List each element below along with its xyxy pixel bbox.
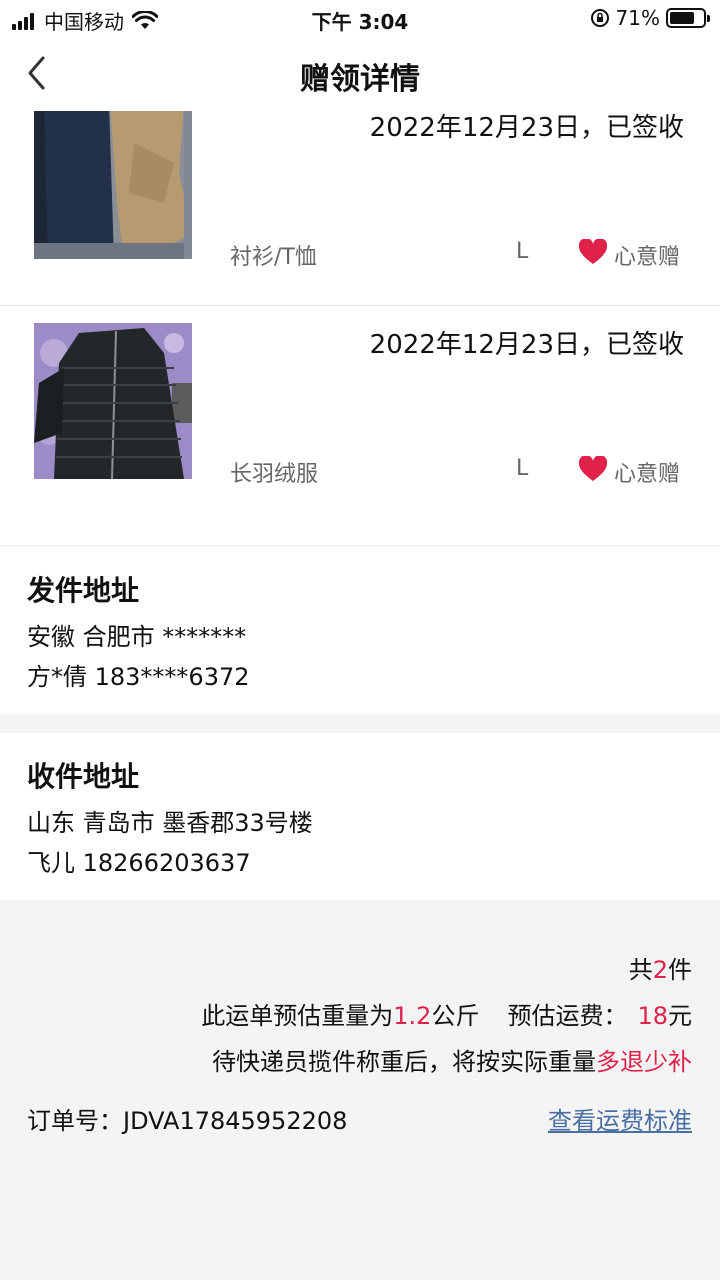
fee-label: 预估运费： — [507, 1002, 628, 1030]
item-status: 2022年12月23日，已签收 — [369, 330, 684, 360]
item-size: L — [516, 239, 529, 264]
item-status: 2022年12月23日，已签收 — [369, 113, 684, 143]
receiver-contact: 飞儿 18266203637 — [27, 849, 251, 877]
weight-value: 1.2 — [393, 1002, 432, 1030]
battery-percent: 71% — [615, 6, 660, 30]
order-label: 订单号： — [27, 1107, 123, 1135]
page-title: 赠领详情 — [300, 62, 420, 97]
status-bar: 中国移动 下午 3:04 71% — [0, 0, 720, 36]
item-photo — [34, 323, 192, 479]
order-number-line: 订单号：JDVA17845952208 — [27, 1101, 347, 1136]
item-category: 长羽绒服 — [230, 462, 319, 487]
sender-contact: 方*倩 183****6372 — [27, 663, 250, 691]
fee-unit: 元 — [668, 1002, 692, 1030]
count-value: 2 — [652, 956, 668, 984]
heart-icon — [578, 456, 608, 481]
rotation-lock-icon — [590, 9, 609, 27]
item-size: L — [516, 456, 529, 481]
item-category: 衬衫/T恤 — [230, 245, 317, 270]
note-highlight: 多退少补 — [596, 1048, 692, 1076]
note-prefix: 待快递员揽件称重后，将按实际重量 — [212, 1048, 596, 1076]
item-list: 2022年12月23日，已签收 衬衫/T恤 L 心意赠 2022年12月23日，… — [0, 111, 720, 545]
sender-address: 安徽 合肥市 ******* — [27, 623, 247, 651]
fee-value: 18 — [637, 1002, 668, 1030]
item-gift-type: 心意赠 — [614, 245, 681, 270]
app-root: 中国移动 下午 3:04 71% 赠领详情 2022年12月23日，已签收 衬衫… — [0, 0, 720, 1280]
item-count: 共2件 — [629, 950, 692, 985]
sender-address-card: 发件地址 安徽 合肥市 ******* 方*倩 183****6372 — [0, 547, 720, 714]
receiver-title: 收件地址 — [27, 760, 140, 793]
battery-icon — [666, 8, 710, 28]
receiver-address: 山东 青岛市 墨香郡33号楼 — [27, 809, 313, 837]
count-prefix: 共 — [628, 956, 653, 984]
weight-prefix: 此运单预估重量为 — [201, 1002, 394, 1030]
status-right: 71% — [590, 6, 710, 30]
weight-fee-line: 此运单预估重量为1.2公斤 预估运费： 18元 — [201, 996, 692, 1031]
order-number: JDVA17845952208 — [123, 1107, 348, 1135]
weighing-note: 待快递员揽件称重后，将按实际重量多退少补 — [212, 1042, 692, 1077]
item-photo — [34, 111, 192, 259]
fee-standard-link[interactable]: 查看运费标准 — [548, 1101, 692, 1136]
heart-icon — [578, 239, 608, 264]
receiver-address-card: 收件地址 山东 青岛市 墨香郡33号楼 飞儿 18266203637 — [0, 733, 720, 900]
item-gift-type: 心意赠 — [614, 462, 681, 487]
list-item[interactable]: 2022年12月23日，已签收 长羽绒服 L 心意赠 — [0, 305, 720, 497]
weight-unit: 公斤 — [431, 1002, 480, 1030]
list-item[interactable]: 2022年12月23日，已签收 衬衫/T恤 L 心意赠 — [0, 111, 720, 303]
nav-bar: 赠领详情 — [0, 36, 720, 111]
sender-title: 发件地址 — [27, 574, 140, 607]
count-suffix: 件 — [668, 956, 692, 984]
